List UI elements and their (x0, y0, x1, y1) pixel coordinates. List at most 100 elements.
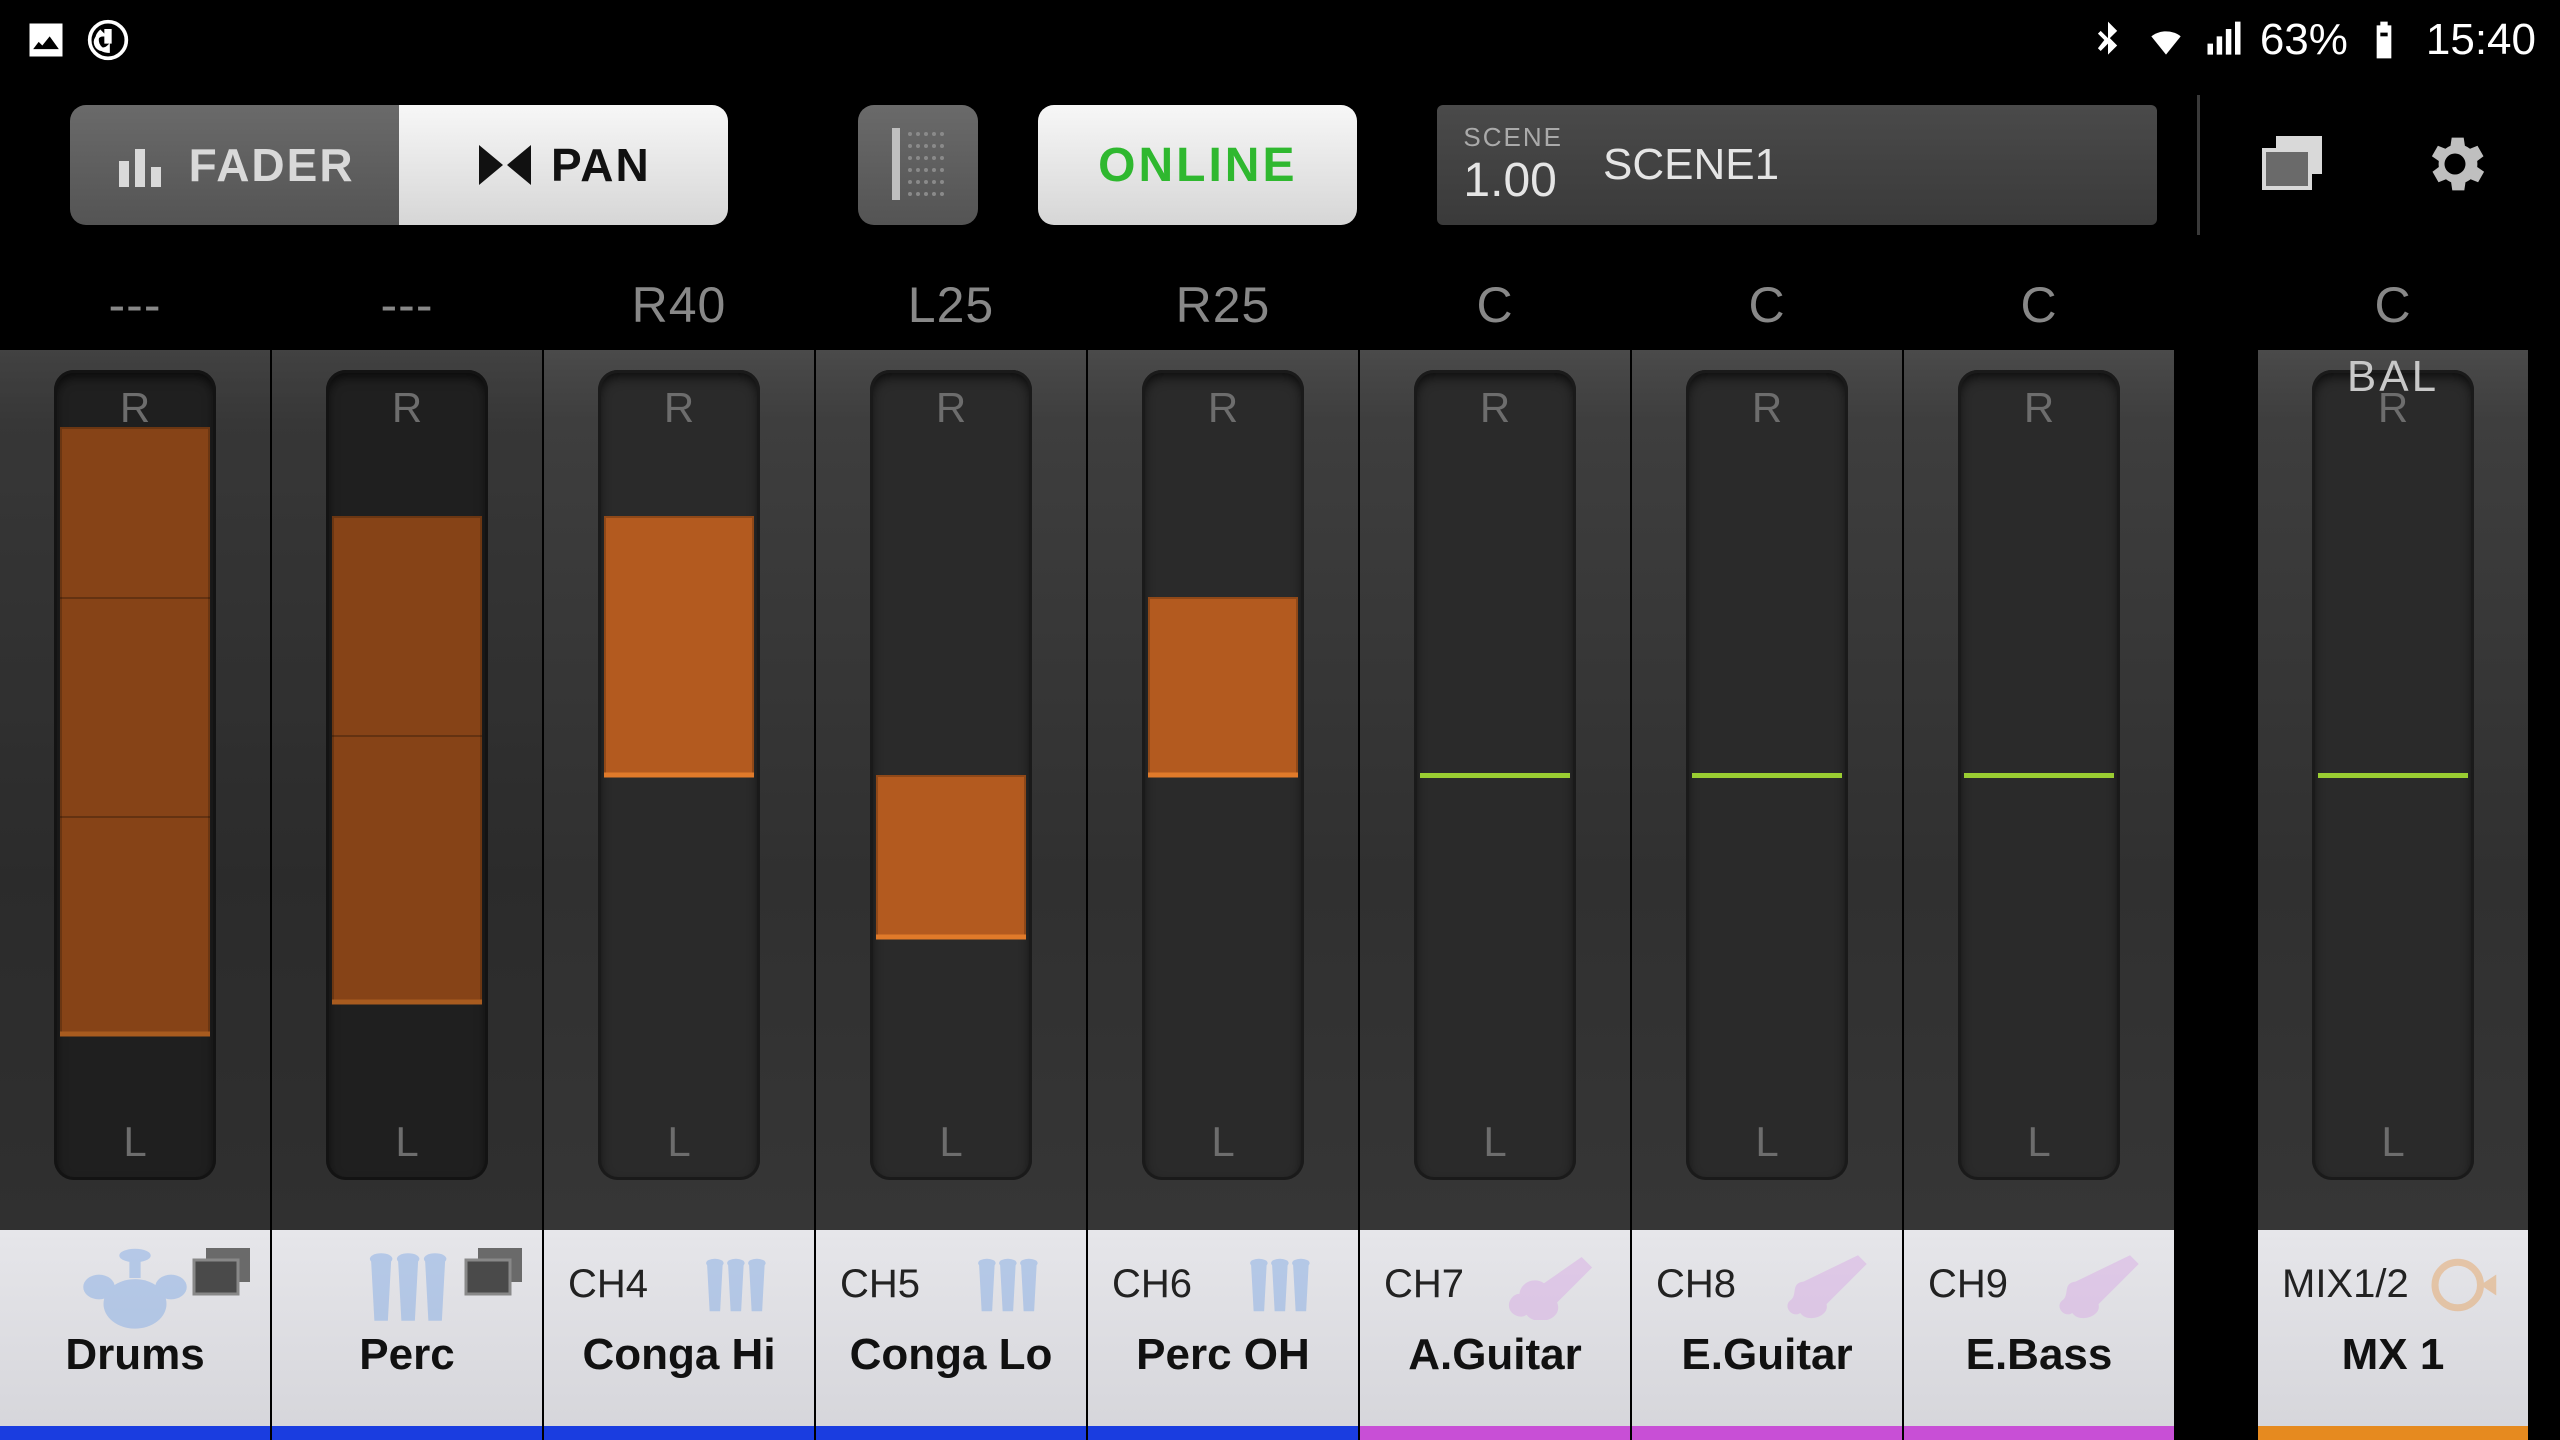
pan-handle-edge (332, 999, 482, 1004)
pan-slider[interactable]: RL (1686, 370, 1848, 1180)
channel-strip: CRLCH9E.Bass (1904, 260, 2176, 1440)
power-icon (86, 18, 130, 62)
scene-selector[interactable]: SCENE 1.00 SCENE1 (1437, 105, 2157, 225)
channel-id: CH9 (1928, 1262, 2008, 1307)
pan-center-indicator (1692, 773, 1842, 778)
channel-name: A.Guitar (1384, 1330, 1606, 1380)
congas-icon (942, 1250, 1072, 1320)
channel-label[interactable]: CH4 Conga Hi (544, 1230, 814, 1440)
pan-slider-area: RL (544, 350, 814, 1230)
pan-slider[interactable]: RL (598, 370, 760, 1180)
eguitar-icon (1758, 1250, 1888, 1320)
toolbar-divider (2197, 95, 2200, 235)
mix-icon (2384, 1250, 2514, 1320)
pan-top-label: R (392, 384, 422, 432)
channel-label[interactable]: CH9E.Bass (1904, 1230, 2174, 1440)
channel-color-bar (816, 1426, 1086, 1440)
online-button[interactable]: ONLINE (1038, 105, 1357, 225)
pan-icon (477, 143, 533, 187)
layers-button[interactable] (2250, 120, 2340, 210)
pan-value: R25 (1088, 260, 1358, 350)
pan-bottom-label: L (1483, 1118, 1506, 1166)
pan-fill (332, 516, 482, 1002)
pan-bottom-label: L (2027, 1118, 2050, 1166)
channel-label[interactable]: CH5Conga Lo (816, 1230, 1086, 1440)
channel-color-bar (0, 1426, 270, 1440)
bluetooth-icon (2086, 18, 2130, 62)
pan-value: C (1360, 260, 1630, 350)
channel-id: CH8 (1656, 1262, 1736, 1307)
pan-handle-edge (60, 1032, 210, 1037)
pan-value: --- (272, 260, 542, 350)
channel-name: E.Guitar (1656, 1330, 1878, 1380)
pan-bottom-label: L (2381, 1118, 2404, 1166)
aguitar-icon (1486, 1250, 1616, 1320)
channel-id: CH4 (568, 1262, 648, 1307)
channel-label[interactable]: Drums (0, 1230, 270, 1440)
image-icon (24, 18, 68, 62)
top-toolbar: FADER PAN (0, 80, 2560, 250)
channel-strip-row: ---RLDrums---RLPercR40RLCH4Conga HiL25RL… (0, 250, 2560, 1440)
pan-top-label: R (936, 384, 966, 432)
channel-strip: --- RL Drums (0, 260, 272, 1440)
pan-bottom-label: L (395, 1118, 418, 1166)
fader-tab[interactable]: FADER (70, 105, 399, 225)
pan-slider[interactable]: RL (1958, 370, 2120, 1180)
pan-slider-area: RL (2258, 350, 2528, 1230)
channel-color-bar (2258, 1426, 2528, 1440)
channel-color-bar (1632, 1426, 1902, 1440)
overview-grid-icon (888, 124, 948, 207)
group-stack-icon (464, 1246, 526, 1296)
pan-top-label: R (664, 384, 694, 432)
channel-strip: R40RLCH4Conga Hi (544, 260, 816, 1440)
fader-tab-label: FADER (189, 138, 355, 192)
battery-icon (2362, 18, 2406, 62)
pan-slider-area: RL (1904, 350, 2174, 1230)
scene-number: 1.00 (1463, 153, 1563, 208)
congas-icon (327, 1242, 487, 1332)
fader-pan-segment: FADER PAN (70, 105, 728, 225)
channel-name: Conga Hi (568, 1330, 790, 1380)
channel-label[interactable]: Perc (272, 1230, 542, 1440)
channel-id: CH6 (1112, 1262, 1192, 1307)
pan-value: C (1904, 260, 2174, 350)
pan-value: R40 (544, 260, 814, 350)
channel-strip: R25 RL CH6Perc OH (1088, 260, 1360, 1440)
pan-top-label: R (120, 384, 150, 432)
congas-icon (670, 1250, 800, 1320)
channel-label[interactable]: MIX1/2MX 1 (2258, 1230, 2528, 1440)
pan-slider[interactable]: RL (326, 370, 488, 1180)
channel-label[interactable]: CH8 E.Guitar (1632, 1230, 1902, 1440)
pan-handle-edge (604, 773, 754, 778)
pan-bottom-label: L (667, 1118, 690, 1166)
pan-slider[interactable]: RL (2312, 370, 2474, 1180)
pan-center-indicator (2318, 773, 2468, 778)
channel-name: Conga Lo (840, 1330, 1062, 1380)
pan-slider[interactable]: RL (1142, 370, 1304, 1180)
pan-value: C (2258, 260, 2528, 350)
pan-slider[interactable]: RL (870, 370, 1032, 1180)
channel-strip: L25RLCH5Conga Lo (816, 260, 1088, 1440)
pan-top-label: R (1752, 384, 1782, 432)
settings-button[interactable] (2410, 120, 2500, 210)
overview-button[interactable] (858, 105, 978, 225)
pan-fill (604, 516, 754, 775)
pan-fill (876, 775, 1026, 937)
pan-value: --- (0, 260, 270, 350)
scene-name: SCENE1 (1603, 140, 1779, 190)
pan-bottom-label: L (939, 1118, 962, 1166)
clock-time: 15:40 (2426, 15, 2536, 65)
pan-tab[interactable]: PAN (399, 105, 728, 225)
channel-label[interactable]: CH7A.Guitar (1360, 1230, 1630, 1440)
battery-percent: 63% (2260, 15, 2348, 65)
group-stack-icon (192, 1246, 254, 1296)
pan-top-label: R (2024, 384, 2054, 432)
pan-bottom-label: L (1755, 1118, 1778, 1166)
pan-fill (1148, 597, 1298, 775)
channel-strip: CRLCH8E.Guitar (1632, 260, 1904, 1440)
pan-slider[interactable]: RL (1414, 370, 1576, 1180)
pan-slider[interactable]: RL (54, 370, 216, 1180)
channel-label[interactable]: CH6Perc OH (1088, 1230, 1358, 1440)
channel-name: Drums (24, 1330, 246, 1380)
online-label: ONLINE (1098, 138, 1297, 193)
